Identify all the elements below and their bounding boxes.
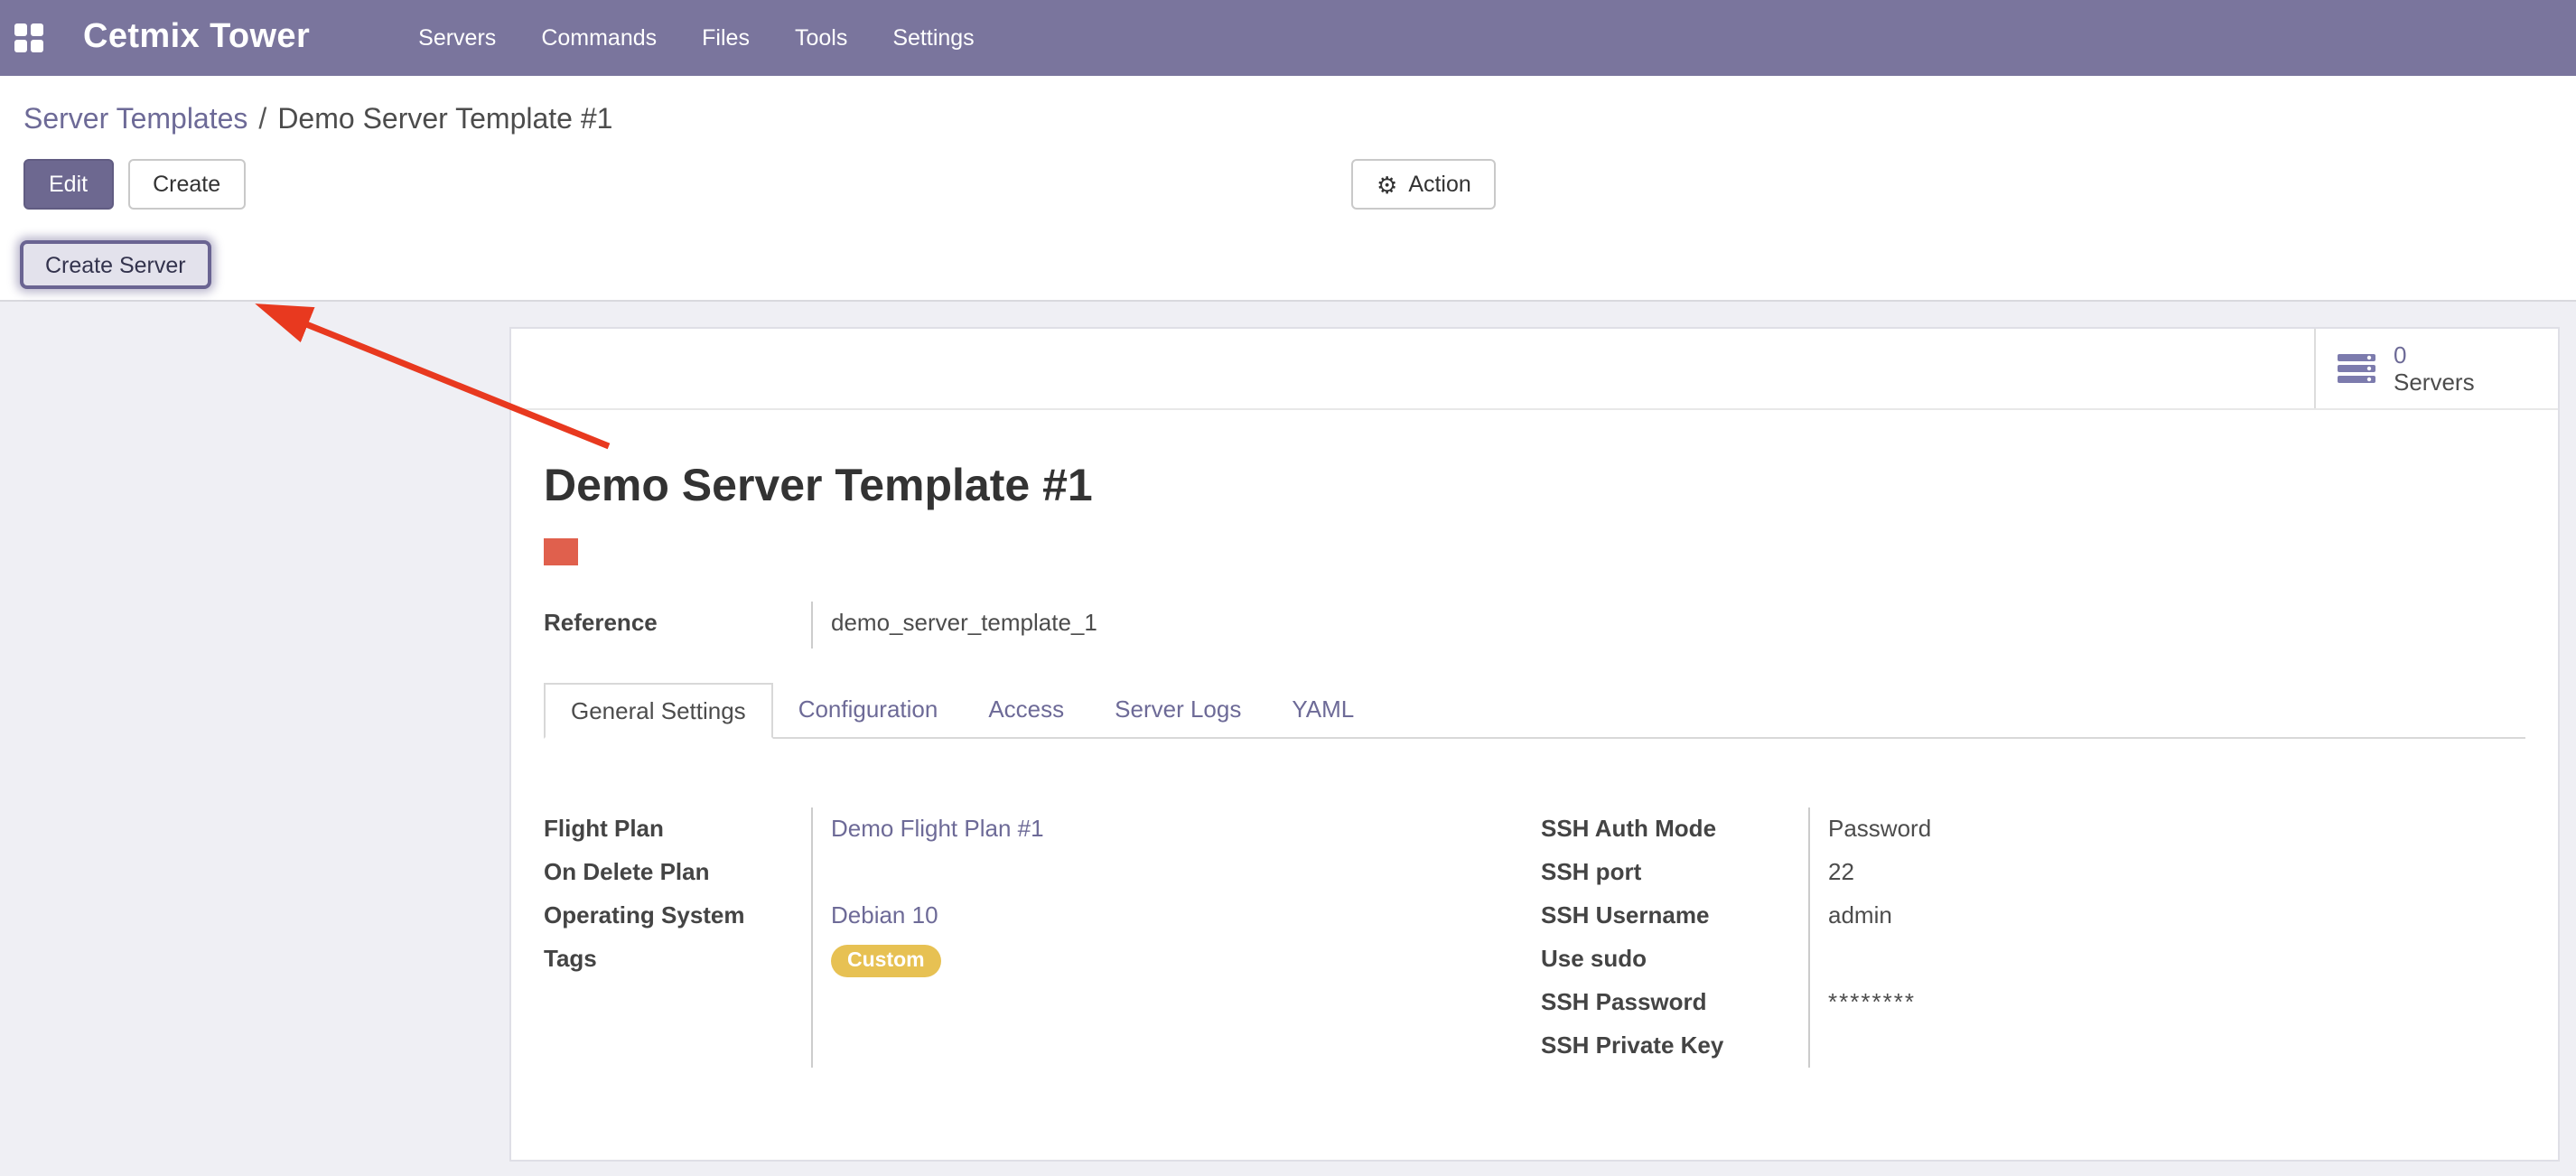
servers-stat-label: Servers [2394, 369, 2475, 396]
field-group-left: Flight Plan On Delete Plan Operating Sys… [544, 807, 1541, 1068]
nav-item-settings[interactable]: Settings [892, 25, 974, 51]
values-col-right: Password 22 admin ******** [1808, 807, 2525, 1068]
reference-row: Reference demo_server_template_1 [544, 602, 2525, 649]
header-block: Server Templates / Demo Server Template #1… [0, 76, 2576, 302]
main-area: 0 Servers Demo Server Template #1 Refere… [0, 302, 2576, 1176]
gear-icon: ⚙ [1377, 173, 1397, 196]
values-col-left: Demo Flight Plan #1 Debian 10 Custom [811, 807, 1541, 1068]
color-swatch [544, 538, 578, 565]
field-label-ssh-username: SSH Username [1541, 894, 1808, 938]
field-value-reference: demo_server_template_1 [811, 602, 1097, 649]
nav-item-files[interactable]: Files [702, 25, 750, 51]
nav-menu: Servers Commands Files Tools Settings [418, 25, 975, 51]
status-row: Create Server [0, 240, 2576, 300]
field-label-reference: Reference [544, 602, 811, 649]
record-title: Demo Server Template #1 [544, 461, 2525, 513]
breadcrumb-current: Demo Server Template #1 [277, 105, 612, 135]
edit-button[interactable]: Edit [23, 159, 113, 210]
create-server-button[interactable]: Create Server [20, 240, 211, 289]
nav-item-commands[interactable]: Commands [541, 25, 657, 51]
field-label-flight-plan: Flight Plan [544, 807, 811, 851]
tab-yaml[interactable]: YAML [1266, 683, 1379, 737]
field-label-on-delete-plan: On Delete Plan [544, 851, 811, 894]
create-button[interactable]: Create [127, 159, 246, 210]
field-label-ssh-auth-mode: SSH Auth Mode [1541, 807, 1808, 851]
tab-configuration[interactable]: Configuration [773, 683, 964, 737]
fields-section: Flight Plan On Delete Plan Operating Sys… [544, 807, 2525, 1068]
labels-col-left: Flight Plan On Delete Plan Operating Sys… [544, 807, 811, 1068]
field-value-ssh-port: 22 [1828, 858, 1854, 885]
apps-grid-icon[interactable] [14, 23, 43, 52]
field-value-ssh-auth-mode: Password [1828, 815, 1931, 842]
field-value-flight-plan[interactable]: Demo Flight Plan #1 [831, 815, 1044, 842]
notebook-tabs: General Settings Configuration Access Se… [544, 683, 2525, 739]
action-button[interactable]: ⚙ Action [1351, 159, 1497, 210]
field-value-ssh-password: ******** [1828, 988, 1916, 1015]
field-label-ssh-port: SSH port [1541, 851, 1808, 894]
brand[interactable]: Cetmix Tower [83, 18, 310, 58]
card-inner: Demo Server Template #1 Reference demo_s… [511, 461, 2558, 1068]
field-group-right: SSH Auth Mode SSH port SSH Username Use … [1541, 807, 2525, 1068]
field-value-ssh-username: admin [1828, 901, 1892, 929]
tag-badge-custom: Custom [831, 944, 941, 976]
field-value-operating-system[interactable]: Debian 10 [831, 901, 938, 929]
field-label-operating-system: Operating System [544, 894, 811, 938]
top-navbar: Cetmix Tower Servers Commands Files Tool… [0, 0, 2576, 76]
record-card: 0 Servers Demo Server Template #1 Refere… [509, 327, 2560, 1162]
breadcrumb: Server Templates / Demo Server Template #1 [0, 76, 2576, 141]
field-label-use-sudo: Use sudo [1541, 938, 1808, 981]
labels-col-right: SSH Auth Mode SSH port SSH Username Use … [1541, 807, 1808, 1068]
nav-item-tools[interactable]: Tools [795, 25, 847, 51]
breadcrumb-link-server-templates[interactable]: Server Templates [23, 105, 247, 135]
button-box: 0 Servers [511, 329, 2558, 410]
tab-general-settings[interactable]: General Settings [544, 683, 773, 739]
controls-row: Edit Create ⚙ Action [0, 159, 2576, 210]
page-root: Cetmix Tower Servers Commands Files Tool… [0, 0, 2576, 1174]
field-label-ssh-password: SSH Password [1541, 981, 1808, 1024]
nav-item-servers[interactable]: Servers [418, 25, 496, 51]
servers-stat-button[interactable]: 0 Servers [2314, 329, 2558, 408]
breadcrumb-separator: / [258, 105, 266, 135]
servers-icon [2338, 353, 2377, 384]
tab-access[interactable]: Access [963, 683, 1089, 737]
action-button-label: Action [1408, 172, 1471, 197]
field-label-tags: Tags [544, 938, 811, 981]
tab-server-logs[interactable]: Server Logs [1089, 683, 1266, 737]
servers-stat-count: 0 [2394, 341, 2475, 369]
servers-stat-texts: 0 Servers [2394, 341, 2475, 396]
field-label-ssh-private-key: SSH Private Key [1541, 1024, 1808, 1068]
